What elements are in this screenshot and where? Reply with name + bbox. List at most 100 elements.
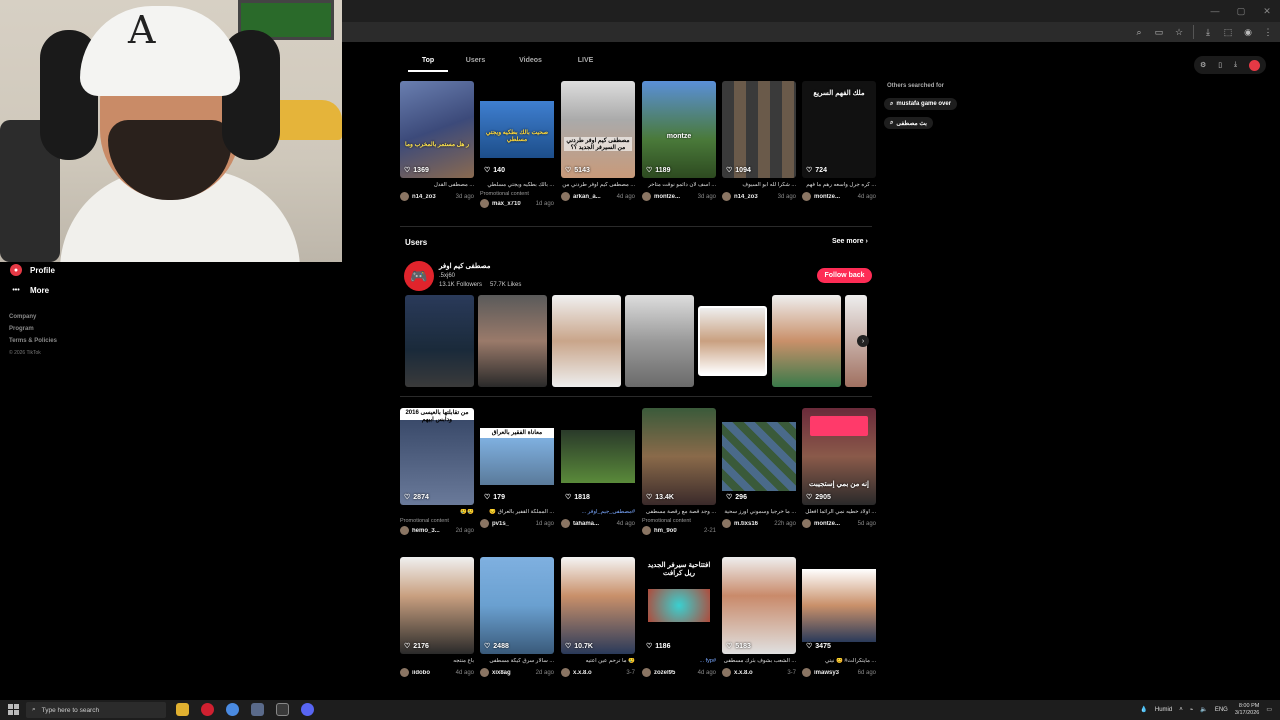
avatar[interactable]: [561, 192, 570, 201]
video-thumbnail[interactable]: إنه من بمي إستجيبت ♡ 2905: [802, 408, 876, 505]
profile-icon[interactable]: ◉: [1242, 25, 1254, 39]
video-thumbnail[interactable]: ملك الفهم السريع ♡ 724: [802, 81, 876, 178]
video-card[interactable]: ♡ 5183 ... الشعب بشوف بثرك مسطفى x.x.8.o 3…: [722, 557, 796, 677]
notification-icon[interactable]: ▭: [1266, 706, 1272, 713]
video-thumbnail[interactable]: ر هل مستمر بالمخرب وما ♡ 1369: [400, 81, 474, 178]
video-card[interactable]: ♡ 296 ... ما خرجيا وسموني اورز سحية m.tix…: [722, 408, 796, 528]
video-thumbnail[interactable]: ♡ 2176: [400, 557, 474, 654]
related-search-1[interactable]: ⌕ mustafa game over: [884, 98, 958, 110]
user-video-thumbnail[interactable]: [625, 295, 694, 387]
username[interactable]: imawsy3: [814, 670, 856, 676]
user-display-name[interactable]: مصطفى كيم اوفر: [439, 262, 490, 270]
avatar[interactable]: [400, 192, 409, 201]
avatar[interactable]: [722, 192, 731, 201]
video-thumbnail[interactable]: ♡ 13.4K: [642, 408, 716, 505]
download-video-icon[interactable]: ⤓: [1234, 61, 1237, 69]
opera-icon[interactable]: [201, 703, 214, 716]
carousel-next-icon[interactable]: ›: [857, 335, 869, 347]
discord-icon[interactable]: [301, 703, 314, 716]
avatar[interactable]: [561, 668, 570, 677]
video-card[interactable]: صحيت بالك بطكيه ويجتي مسلطي ♡ 140 ... بال…: [480, 81, 554, 208]
menu-icon[interactable]: ⋮: [1262, 25, 1274, 39]
obs-icon[interactable]: [276, 703, 289, 716]
video-caption[interactable]: 😢😢: [400, 509, 474, 517]
video-caption[interactable]: 😢 ما ترحم عين اعتيه: [561, 658, 635, 666]
avatar[interactable]: [802, 192, 811, 201]
video-caption[interactable]: ... الشعب بشوف بثرك مسطفى: [722, 658, 796, 666]
video-thumbnail[interactable]: معاناة الفقير بالعراق ♡ 179: [480, 408, 554, 505]
video-thumbnail[interactable]: ♡ 10.7K: [561, 557, 635, 654]
username[interactable]: max_x710: [492, 201, 534, 207]
settings-icon[interactable]: ⚙: [1200, 61, 1206, 69]
windows-start-icon[interactable]: [8, 704, 19, 715]
video-card[interactable]: ر هل مستمر بالمخرب وما ♡ 1369 ... مصطفى ا…: [400, 81, 474, 201]
username[interactable]: zozel95: [654, 670, 696, 676]
video-card[interactable]: ♡ 1094 ... شكرا لله ابو السيوف n14_zo3 3d …: [722, 81, 796, 201]
footer-terms[interactable]: Terms & Policies: [9, 338, 57, 344]
video-caption[interactable]: باع منتجه: [400, 658, 474, 666]
username[interactable]: x.x.8.o: [734, 670, 785, 676]
video-caption[interactable]: ... المملكة القفير بالعراق 😔: [480, 509, 554, 517]
video-thumbnail[interactable]: افتتاحية سيرفر الجديد ريل كرافت ♡ 1186: [642, 557, 716, 654]
username[interactable]: arkan_a...: [573, 194, 615, 200]
video-caption[interactable]: ... شكرا لله ابو السيوف: [722, 182, 796, 190]
video-caption[interactable]: ... وجد قصة مع رقصة مسطفى: [642, 509, 716, 517]
weather-label[interactable]: Humid: [1155, 707, 1172, 713]
avatar[interactable]: [480, 668, 489, 677]
related-search-2[interactable]: ⌕ بث مصطفى: [884, 117, 933, 129]
username[interactable]: montze...: [654, 194, 696, 200]
video-thumbnail[interactable]: ♡ 296: [722, 408, 796, 505]
maximize-icon[interactable]: ▢: [1228, 0, 1254, 22]
video-caption[interactable]: ... ما خرجيا وسموني اورز سحية: [722, 509, 796, 517]
video-thumbnail[interactable]: ♡ 3475: [802, 557, 876, 654]
user-avatar-icon[interactable]: [1249, 59, 1261, 71]
avatar[interactable]: [400, 526, 409, 535]
video-card[interactable]: montze ♡ 1189 ... اسف لان دائمو نوقت متأخ…: [642, 81, 716, 201]
tab-live[interactable]: LIVE: [558, 52, 613, 72]
username[interactable]: x.x.8.o: [573, 670, 624, 676]
tab-top[interactable]: Top: [408, 52, 448, 72]
username[interactable]: n14_zo3: [412, 194, 454, 200]
video-caption[interactable]: ... اسف لان دائمو نوقت متأخر: [642, 182, 716, 190]
video-card[interactable]: ♡ 10.7K 😢 ما ترحم عين اعتيه x.x.8.o 3-7: [561, 557, 635, 677]
username[interactable]: hemo_3...: [412, 528, 454, 534]
user-video-thumbnail[interactable]: [552, 295, 621, 387]
footer-program[interactable]: Program: [9, 326, 34, 332]
video-card[interactable]: ملك الفهم السريع ♡ 724 ... كره جرل واسعه …: [802, 81, 876, 201]
video-card[interactable]: إنه من بمي إستجيبت ♡ 2905 ... اولاد خطيه …: [802, 408, 876, 528]
avatar[interactable]: [642, 668, 651, 677]
video-caption[interactable]: ... سالار سرق كيكة مسطفى: [480, 658, 554, 666]
follow-back-button[interactable]: Follow back: [817, 268, 872, 283]
tab-users[interactable]: Users: [448, 52, 503, 72]
user-avatar[interactable]: 🎮: [404, 261, 434, 291]
file-explorer-icon[interactable]: [176, 703, 189, 716]
calculator-icon[interactable]: [251, 703, 264, 716]
cast-icon[interactable]: ▭: [1153, 25, 1165, 39]
see-more-link[interactable]: See more ›: [832, 238, 868, 245]
video-caption[interactable]: ... مصطفى كيم اوفر طردني من: [561, 182, 635, 190]
avatar[interactable]: [642, 526, 651, 535]
video-thumbnail[interactable]: ♡ 1818: [561, 408, 635, 505]
avatar[interactable]: [802, 668, 811, 677]
avatar[interactable]: [722, 519, 731, 528]
video-card[interactable]: ♡ 3475 ... مايتكرالث# 😊 نيتي imawsy3 6d ag…: [802, 557, 876, 677]
video-caption[interactable]: ... كره جرل واسعه رهم ما فهم: [802, 182, 876, 190]
video-caption[interactable]: ... مصطفى القدل: [400, 182, 474, 190]
network-icon[interactable]: ⌁: [1190, 706, 1194, 713]
avatar[interactable]: [480, 519, 489, 528]
avatar[interactable]: [400, 668, 409, 677]
minimize-icon[interactable]: —: [1202, 0, 1228, 22]
user-video-thumbnail[interactable]: [698, 306, 767, 376]
video-card[interactable]: ♡ 1818 #مصطفى_جيم_اوفر ... tahama... 4d ag…: [561, 408, 635, 528]
username[interactable]: m.tixs16: [734, 521, 772, 527]
video-thumbnail[interactable]: صحيت بالك بطكيه ويجتي مسلطي ♡ 140: [480, 81, 554, 178]
weather-icon[interactable]: 💧: [1140, 706, 1147, 713]
taskbar-search[interactable]: ⌕ Type here to search: [26, 702, 166, 718]
video-card[interactable]: مصطفى كيم اوفر طردني من السيرفر الجديد ؟…: [561, 81, 635, 201]
username[interactable]: montze...: [814, 521, 856, 527]
volume-icon[interactable]: 🔈: [1200, 706, 1207, 713]
username[interactable]: xix8ag: [492, 670, 534, 676]
user-video-thumbnail[interactable]: [405, 295, 474, 387]
video-caption[interactable]: #fyp ...: [642, 658, 716, 666]
avatar[interactable]: [802, 519, 811, 528]
